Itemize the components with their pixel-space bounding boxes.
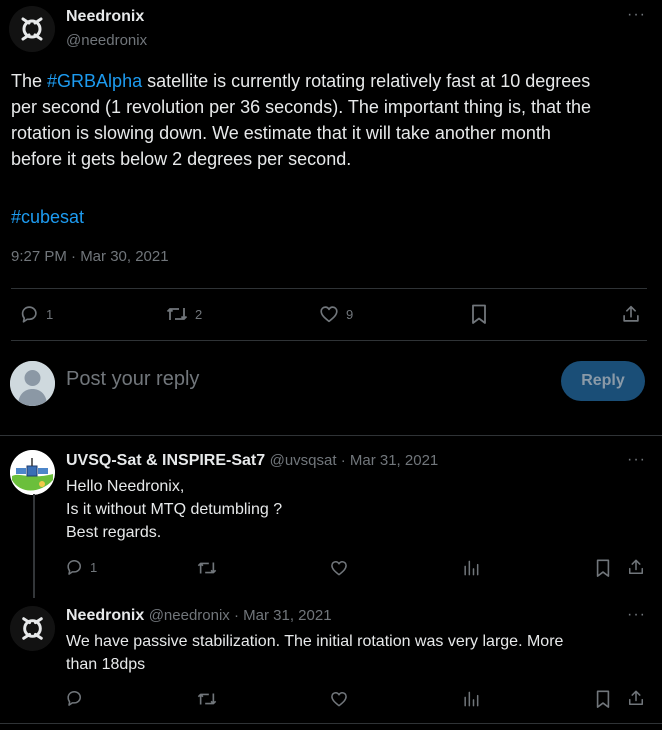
reply-2-meta[interactable]: @needronix · Mar 31, 2021	[149, 607, 332, 624]
reply-1-reply-count: 1	[90, 559, 98, 575]
reply-2-reply-button[interactable]	[64, 688, 84, 708]
repost-icon	[197, 562, 217, 574]
main-author-handle[interactable]: @needronix	[66, 32, 147, 49]
reply-2-share-button[interactable]	[626, 688, 646, 708]
main-reply-button[interactable]: 1	[18, 303, 53, 325]
main-like-count: 9	[346, 306, 354, 322]
divider	[11, 340, 647, 341]
current-user-avatar[interactable]	[10, 361, 55, 406]
uvsqsat-satellite-logo-icon	[10, 450, 55, 495]
share-icon	[629, 690, 643, 705]
reply-1-line-1: Hello Needronix,	[66, 478, 185, 495]
reply-1-meta[interactable]: @uvsqsat · Mar 31, 2021	[270, 452, 439, 469]
cubesat-hashtag-link[interactable]: #cubesat	[11, 204, 84, 230]
reply-bubble-icon	[67, 691, 81, 706]
reply-submit-button[interactable]: Reply	[561, 361, 645, 401]
main-like-button[interactable]: 9	[318, 303, 353, 325]
reply-1-reply-button[interactable]: 1	[64, 557, 97, 577]
main-tweet-text: The #GRBAlpha satellite is currently rot…	[11, 68, 651, 172]
reply-1-views-button[interactable]	[461, 558, 481, 578]
reply-1-repost-button[interactable]	[196, 558, 218, 578]
reply-1-bookmark-button[interactable]	[594, 558, 612, 578]
divider	[11, 288, 647, 289]
grbalpha-hashtag-link[interactable]: #GRBAlpha	[47, 71, 142, 91]
views-chart-icon	[464, 691, 479, 707]
reply-1-line-3: Best regards.	[66, 524, 162, 541]
uvsqsat-avatar[interactable]	[10, 450, 55, 495]
divider	[0, 435, 662, 436]
needronix-logo-icon	[9, 6, 55, 52]
main-author-name[interactable]: Needronix	[66, 8, 144, 26]
bookmark-icon	[472, 304, 486, 324]
main-timestamp[interactable]: 9:27 PM · Mar 30, 2021	[11, 248, 169, 265]
main-repost-count: 2	[195, 306, 203, 322]
reply-input[interactable]: Post your reply	[66, 368, 199, 391]
reply-2-line-1: We have passive stabilization. The initi…	[66, 633, 564, 650]
reply-bubble-icon	[21, 306, 37, 323]
default-user-icon	[10, 361, 55, 406]
main-more-options-icon[interactable]: ···	[627, 6, 646, 24]
needronix-logo-icon	[10, 606, 55, 651]
main-text-line-3: rotation is slowing down. We estimate th…	[11, 123, 551, 143]
share-icon	[629, 559, 643, 574]
main-repost-button[interactable]: 2	[165, 303, 202, 325]
reply-2-line-2: than 18dps	[66, 656, 146, 673]
share-icon	[623, 305, 639, 322]
bookmark-icon	[596, 690, 610, 708]
main-text-line-1b: satellite is currently rotating relative…	[142, 71, 591, 91]
reply-1-header: UVSQ-Sat & INSPIRE-Sat7 @uvsqsat · Mar 3…	[66, 452, 438, 470]
repost-icon	[166, 308, 188, 320]
heart-icon	[320, 306, 338, 323]
main-bookmark-button[interactable]	[469, 303, 489, 325]
bookmark-icon	[596, 559, 610, 577]
main-text-line-1a: The	[11, 71, 48, 91]
reply-2-header: Needronix @needronix · Mar 31, 2021	[66, 607, 332, 625]
reply-2-bookmark-button[interactable]	[594, 689, 612, 709]
reply-1-line-2: Is it without MTQ detumbling ?	[66, 501, 283, 518]
heart-icon	[331, 561, 347, 576]
reply-1-text: Hello Needronix, Is it without MTQ detum…	[66, 475, 282, 544]
needronix-avatar[interactable]	[9, 6, 55, 52]
thread-connector-line	[33, 494, 35, 598]
views-chart-icon	[464, 560, 479, 576]
reply-2-author-name[interactable]: Needronix	[66, 607, 144, 624]
heart-icon	[331, 692, 347, 707]
reply-bubble-icon	[67, 560, 81, 575]
reply-2-text: We have passive stabilization. The initi…	[66, 630, 563, 676]
reply-2-repost-button[interactable]	[196, 689, 218, 709]
repost-icon	[197, 693, 217, 705]
main-share-button[interactable]	[620, 303, 642, 325]
reply-1-share-button[interactable]	[626, 557, 646, 577]
needronix-reply-avatar[interactable]	[10, 606, 55, 651]
reply-1-author-name[interactable]: UVSQ-Sat & INSPIRE-Sat7	[66, 452, 265, 469]
main-text-line-2: per second (1 revolution per 36 seconds)…	[11, 97, 591, 117]
divider	[0, 723, 662, 724]
main-text-line-4: before it gets below 2 degrees per secon…	[11, 149, 352, 169]
reply-1-more-options-icon[interactable]: ···	[627, 451, 646, 469]
reply-2-like-button[interactable]	[329, 689, 349, 709]
reply-2-views-button[interactable]	[461, 689, 481, 709]
main-reply-count: 1	[46, 306, 54, 322]
reply-1-like-button[interactable]	[329, 558, 349, 578]
reply-2-more-options-icon[interactable]: ···	[627, 606, 646, 624]
